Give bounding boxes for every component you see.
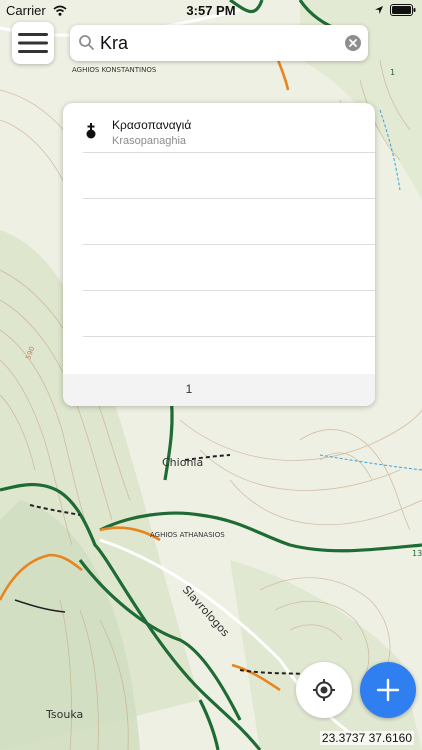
map-label-chionia: Chionia <box>162 456 203 469</box>
result-row[interactable]: Κρασοπαναγιά Krasopanaghia <box>63 107 375 153</box>
status-time: 3:57 PM <box>186 3 236 18</box>
map-label-trail-1: 1 <box>390 68 395 77</box>
menu-button[interactable] <box>12 22 54 64</box>
hamburger-menu-icon <box>18 33 48 53</box>
church-cross-icon <box>86 123 96 139</box>
map-label-aghios-konstantinos: AGHIOS KONSTANTINOS <box>72 66 157 74</box>
result-title: Κρασοπαναγιά <box>112 118 192 132</box>
clear-search-icon[interactable] <box>345 35 361 51</box>
result-row-empty[interactable] <box>63 199 375 245</box>
row-divider <box>83 336 375 337</box>
plus-icon <box>376 678 400 702</box>
result-row-empty[interactable] <box>63 153 375 199</box>
result-row-empty[interactable] <box>63 245 375 291</box>
crosshair-location-icon <box>313 679 335 701</box>
search-results-panel: Κρασοπαναγιά Krasopanaghia 1 <box>63 103 375 406</box>
search-input[interactable] <box>100 29 334 57</box>
results-pager: 1 <box>63 374 375 406</box>
status-bar: Carrier 3:57 PM <box>0 0 422 22</box>
search-icon <box>79 35 94 50</box>
location-arrow-icon <box>375 6 383 14</box>
battery-icon <box>390 4 416 16</box>
coordinates-readout: 23.3737 37.6160 <box>319 731 414 745</box>
result-row-empty[interactable] <box>63 291 375 337</box>
map-label-trail-13: 13 <box>412 549 422 558</box>
map-label-aghios-athanasios: AGHIOS ATHANASIOS <box>150 531 225 539</box>
add-button[interactable] <box>360 662 416 718</box>
search-bar <box>70 25 368 61</box>
result-subtitle: Krasopanaghia <box>112 135 187 147</box>
page-number[interactable]: 1 <box>63 382 315 396</box>
map-label-tsouka: Tsouka <box>45 708 83 721</box>
locate-me-button[interactable] <box>296 662 352 718</box>
